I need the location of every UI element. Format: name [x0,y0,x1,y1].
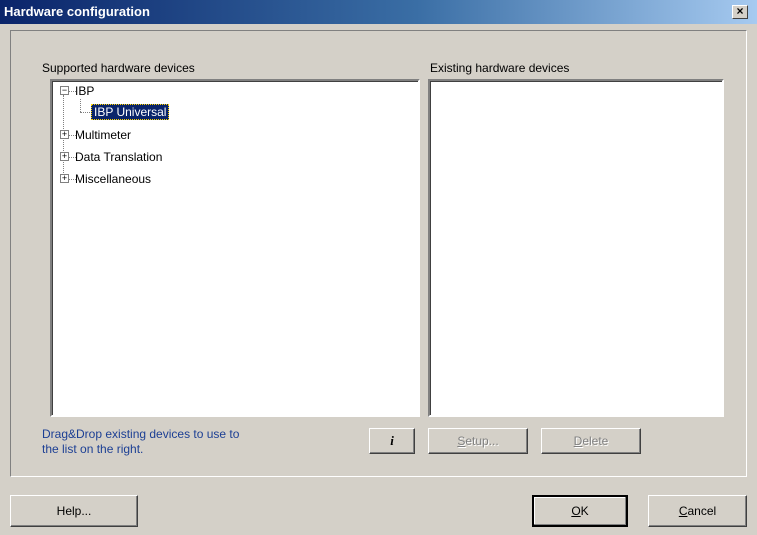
close-button[interactable]: × [732,5,748,19]
tree-line [80,112,90,113]
existing-devices-label: Existing hardware devices [430,61,570,75]
ok-label: K [580,504,589,518]
tree-item-label: IBP Universal [91,104,170,120]
tree-line [80,99,81,112]
cancel-label: ancel [687,504,717,518]
expand-icon[interactable]: + [60,130,69,139]
delete-mnemonic: D [573,434,583,448]
drag-drop-hint: Drag&Drop existing devices to use to the… [42,427,239,457]
tree-item-label: Miscellaneous [75,172,152,186]
ok-button[interactable]: OK [532,495,628,527]
collapse-icon[interactable]: − [60,86,69,95]
expand-icon[interactable]: + [60,174,69,183]
supported-devices-tree[interactable]: − IBP IBP Universal + Multimeter + Data … [50,79,420,417]
ok-mnemonic: O [571,504,581,518]
hint-line-2: the list on the right. [42,442,144,456]
delete-button[interactable]: Delete [541,428,641,454]
title-bar: Hardware configuration × [0,0,757,24]
setup-label: etup... [465,434,499,448]
setup-button[interactable]: Setup... [428,428,528,454]
expand-icon[interactable]: + [60,152,69,161]
hint-line-1: Drag&Drop existing devices to use to [42,427,240,441]
window-title: Hardware configuration [4,4,150,19]
delete-label: elete [582,434,609,448]
cancel-button[interactable]: Cancel [648,495,747,527]
close-icon: × [736,4,744,18]
info-icon: i [390,433,394,448]
help-button[interactable]: Help... [10,495,138,527]
tree-item-ibp-universal[interactable]: IBP Universal [91,103,170,121]
tree-item-label: Multimeter [75,128,132,142]
tree-item-label: IBP [75,84,95,98]
existing-devices-list[interactable] [428,79,724,417]
supported-devices-label: Supported hardware devices [42,61,195,75]
help-label: Help... [56,504,92,518]
tree-item-label: Data Translation [75,150,163,164]
info-button[interactable]: i [369,428,415,454]
